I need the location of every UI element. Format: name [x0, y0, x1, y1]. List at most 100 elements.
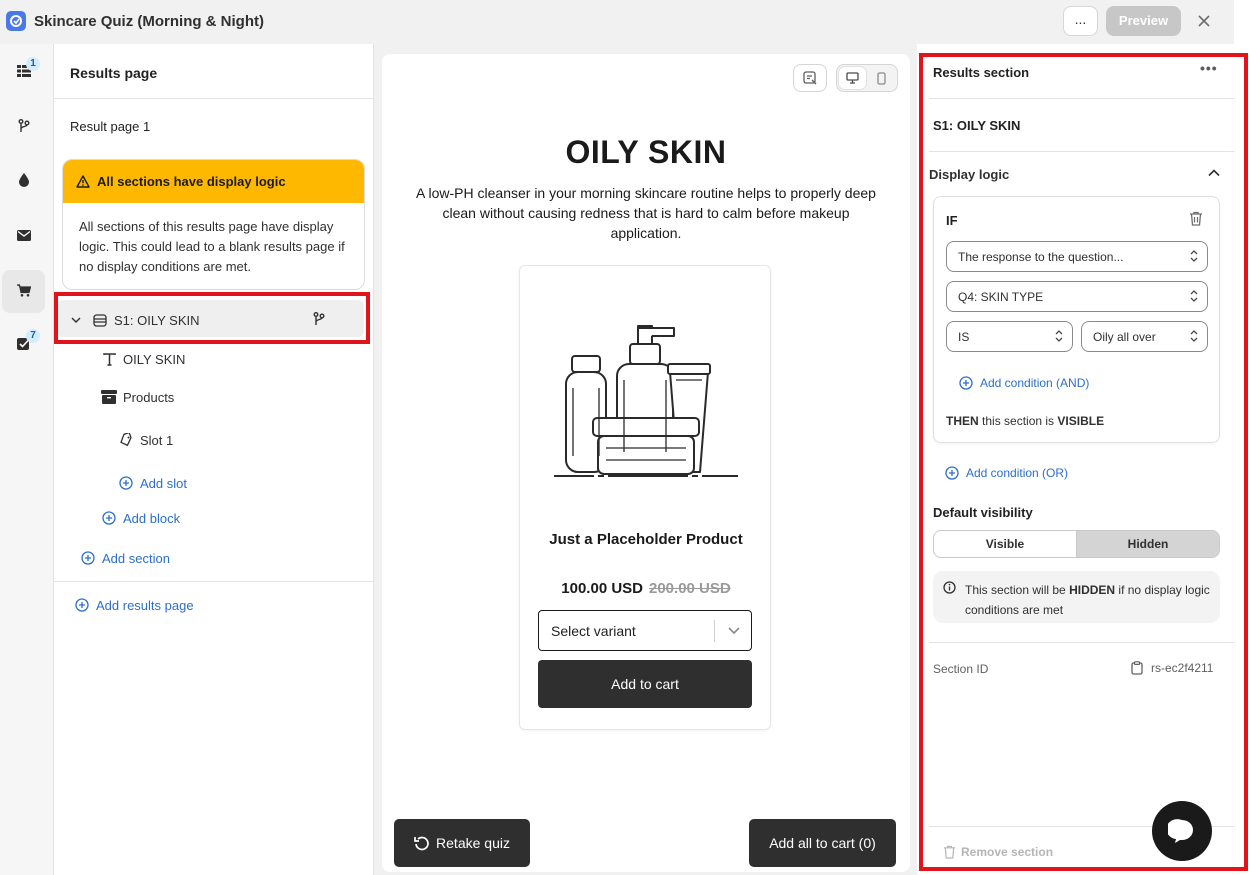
then-text: this section is: [982, 414, 1055, 428]
tree-item-label: Slot 1: [140, 432, 174, 448]
warning-card: All sections have display logic All sect…: [62, 159, 365, 290]
add-to-cart-button[interactable]: Add to cart: [538, 660, 752, 708]
rail-questions[interactable]: 1: [2, 51, 45, 94]
retake-quiz-button[interactable]: Retake quiz: [394, 819, 530, 867]
rail-badge: 1: [26, 57, 40, 71]
then-state: VISIBLE: [1057, 414, 1105, 428]
tree-item-slot[interactable]: Slot 1: [116, 431, 173, 449]
product-image: [554, 325, 738, 477]
close-icon[interactable]: [1193, 10, 1215, 32]
result-title: OILY SKIN: [565, 134, 727, 170]
chevron-down-icon[interactable]: [66, 311, 86, 329]
price-compare: 200.00 USD: [649, 580, 731, 597]
desktop-icon: [846, 72, 859, 84]
add-results-page-label: Add results page: [96, 597, 194, 613]
result-page-title[interactable]: Result page 1: [70, 119, 150, 134]
chevron-down-icon: [728, 627, 740, 635]
visible-option[interactable]: Visible: [934, 531, 1076, 557]
clipboard-icon[interactable]: [1131, 661, 1143, 675]
chat-widget-button[interactable]: [1152, 801, 1212, 861]
add-slot-label: Add slot: [140, 475, 187, 491]
branch-icon: [18, 119, 30, 136]
add-slot-button[interactable]: Add slot: [116, 474, 187, 492]
condition-operator-select[interactable]: IS: [946, 321, 1073, 352]
inspect-toggle[interactable]: [793, 64, 827, 92]
warning-icon: [76, 175, 90, 188]
info-prefix: This section will be: [965, 583, 1066, 597]
trash-icon[interactable]: [1189, 211, 1203, 226]
add-all-to-cart-button[interactable]: Add all to cart (0): [749, 819, 896, 867]
default-visibility-title: Default visibility: [933, 505, 1033, 520]
select-arrows-icon: [1190, 250, 1198, 262]
panel-title: Results page: [70, 65, 158, 81]
rail-logic[interactable]: [2, 106, 45, 149]
tree-item-label: OILY SKIN: [123, 351, 186, 367]
more-button[interactable]: ...: [1063, 6, 1098, 36]
add-and-label: Add condition (AND): [980, 376, 1090, 390]
mobile-view-button[interactable]: [868, 67, 895, 89]
section-id-value: rs-ec2f4211: [1151, 661, 1214, 675]
divider: [54, 581, 374, 582]
rail-design[interactable]: [2, 160, 45, 203]
branch-icon: [313, 312, 325, 329]
add-section-label: Add section: [102, 550, 170, 566]
results-tree-panel: Results page Result page 1 All sections …: [54, 44, 374, 875]
hidden-option[interactable]: Hidden: [1076, 531, 1219, 557]
plus-circle-icon: [72, 596, 92, 614]
select-arrows-icon: [1190, 290, 1198, 302]
app-title: Skincare Quiz (Morning & Night): [34, 13, 265, 30]
section-id-copy[interactable]: rs-ec2f4211: [1131, 661, 1213, 675]
desktop-view-button[interactable]: [839, 67, 866, 89]
preview-button[interactable]: Preview: [1106, 6, 1181, 36]
then-keyword: THEN: [946, 414, 979, 428]
remove-section-button[interactable]: Remove section: [943, 845, 1053, 859]
box-icon: [99, 388, 119, 406]
condition-question-select[interactable]: Q4: SKIN TYPE: [946, 281, 1208, 312]
select-value: The response to the question...: [958, 249, 1124, 264]
add-block-button[interactable]: Add block: [99, 509, 180, 527]
section-icon: [90, 311, 110, 329]
rail-email[interactable]: [2, 215, 45, 258]
warning-title: All sections have display logic: [97, 174, 286, 189]
plus-circle-icon: [956, 374, 976, 392]
select-value: Q4: SKIN TYPE: [958, 289, 1044, 304]
trash-icon: [943, 845, 956, 859]
cart-icon: [16, 283, 31, 300]
tree-item-products[interactable]: Products: [99, 388, 174, 406]
condition-value-select[interactable]: Oily all over: [1081, 321, 1208, 352]
tree-item-label: Products: [123, 389, 175, 405]
panel-title: Results section: [933, 65, 1030, 80]
warning-body: All sections of this results page have d…: [79, 219, 345, 274]
undo-icon: [414, 836, 429, 850]
warning-header: All sections have display logic: [63, 160, 364, 203]
select-value: IS: [958, 329, 970, 344]
add-section-button[interactable]: Add section: [78, 549, 170, 567]
more-options-icon[interactable]: •••: [1200, 60, 1218, 76]
if-label: IF: [946, 213, 958, 228]
add-results-page-button[interactable]: Add results page: [72, 596, 194, 614]
droplet-icon: [18, 173, 29, 190]
mobile-icon: [877, 71, 886, 85]
visibility-toggle: Visible Hidden: [933, 530, 1220, 558]
rail-badge: 7: [26, 329, 40, 343]
section-row[interactable]: S1: OILY SKIN: [66, 311, 200, 329]
title-bar: Skincare Quiz (Morning & Night) ... Prev…: [0, 0, 1234, 44]
retake-label: Retake quiz: [436, 835, 510, 851]
display-logic-title[interactable]: Display logic: [929, 167, 1009, 182]
section-name: S1: OILY SKIN: [933, 118, 1021, 133]
divider: [54, 98, 374, 99]
add-or-label: Add condition (OR): [966, 466, 1069, 480]
rail-results[interactable]: [2, 270, 45, 313]
plus-circle-icon: [99, 509, 119, 527]
preview-canvas: OILY SKIN A low-PH cleanser in your morn…: [374, 44, 917, 875]
add-condition-and-button[interactable]: Add condition (AND): [956, 374, 1089, 392]
add-condition-or-button[interactable]: Add condition (OR): [942, 464, 1068, 482]
product-name: Just a Placeholder Product: [549, 531, 743, 548]
chevron-up-icon[interactable]: [1207, 166, 1221, 180]
condition-source-select[interactable]: The response to the question...: [946, 241, 1208, 272]
divider: [929, 151, 1235, 152]
variant-select[interactable]: Select variant: [538, 610, 752, 651]
rail-checklist[interactable]: 7: [2, 323, 45, 366]
tree-item-text[interactable]: OILY SKIN: [99, 350, 185, 368]
mail-icon: [16, 229, 31, 244]
